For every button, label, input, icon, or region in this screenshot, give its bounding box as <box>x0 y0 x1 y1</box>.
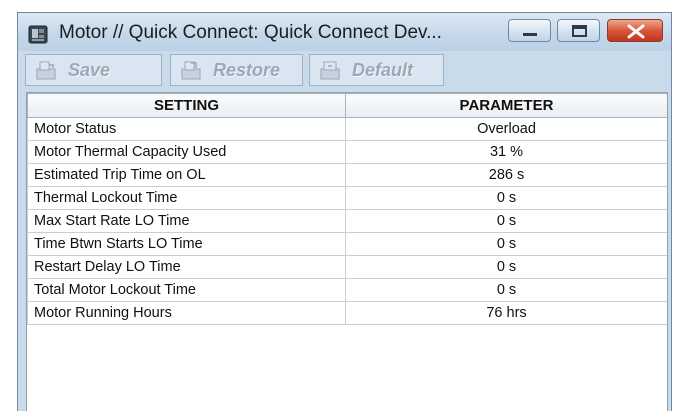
setting-cell: Restart Delay LO Time <box>27 255 346 279</box>
parameter-cell: 0 s <box>345 278 667 302</box>
app-icon <box>28 25 48 44</box>
close-icon <box>627 24 645 39</box>
table-row[interactable]: Motor Status Overload <box>27 117 667 141</box>
title-bar[interactable]: Motor // Quick Connect: Quick Connect De… <box>18 13 671 51</box>
table-header-row: SETTING PARAMETER <box>27 93 667 118</box>
parameter-cell: 0 s <box>345 232 667 256</box>
table-row[interactable]: Motor Thermal Capacity Used 31 % <box>27 140 667 164</box>
table-row[interactable]: Max Start Rate LO Time 0 s <box>27 209 667 233</box>
setting-cell: Estimated Trip Time on OL <box>27 163 346 187</box>
default-icon <box>320 61 340 80</box>
minimize-button[interactable] <box>508 19 551 42</box>
parameter-cell: 31 % <box>345 140 667 164</box>
save-label: Save <box>68 59 111 80</box>
table-row[interactable]: Time Btwn Starts LO Time 0 s <box>27 232 667 256</box>
maximize-icon <box>572 25 587 37</box>
default-label: Default <box>352 59 414 80</box>
restore-label: Restore <box>213 59 281 80</box>
setting-cell: Max Start Rate LO Time <box>27 209 346 233</box>
setting-cell: Time Btwn Starts LO Time <box>27 232 346 256</box>
setting-cell: Motor Status <box>27 117 346 141</box>
parameter-cell: 0 s <box>345 186 667 210</box>
default-button[interactable]: Default <box>309 54 444 86</box>
setting-cell: Total Motor Lockout Time <box>27 278 346 302</box>
save-button[interactable]: Save <box>25 54 162 86</box>
parameter-cell: 286 s <box>345 163 667 187</box>
setting-cell: Thermal Lockout Time <box>27 186 346 210</box>
parameter-cell: 76 hrs <box>345 301 667 325</box>
table-row[interactable]: Thermal Lockout Time 0 s <box>27 186 667 210</box>
table-row[interactable]: Estimated Trip Time on OL 286 s <box>27 163 667 187</box>
window-title: Motor // Quick Connect: Quick Connect De… <box>59 22 442 43</box>
table-row[interactable]: Motor Running Hours 76 hrs <box>27 301 667 325</box>
table-row[interactable]: Total Motor Lockout Time 0 s <box>27 278 667 302</box>
maximize-button[interactable] <box>557 19 600 42</box>
toolbar: Save Restore Default <box>18 52 671 91</box>
column-header-setting[interactable]: SETTING <box>27 93 346 118</box>
settings-table: SETTING PARAMETER Motor Status Overload … <box>26 92 668 411</box>
save-icon <box>36 61 56 80</box>
restore-button[interactable]: Restore <box>170 54 303 86</box>
minimize-icon <box>523 33 537 36</box>
close-button[interactable] <box>607 19 663 42</box>
table-row[interactable]: Restart Delay LO Time 0 s <box>27 255 667 279</box>
parameter-cell: 0 s <box>345 209 667 233</box>
column-header-parameter[interactable]: PARAMETER <box>345 93 667 118</box>
setting-cell: Motor Thermal Capacity Used <box>27 140 346 164</box>
restore-icon <box>181 61 201 80</box>
setting-cell: Motor Running Hours <box>27 301 346 325</box>
parameter-cell: 0 s <box>345 255 667 279</box>
parameter-cell: Overload <box>345 117 667 141</box>
motor-quick-connect-window: Motor // Quick Connect: Quick Connect De… <box>17 12 672 411</box>
